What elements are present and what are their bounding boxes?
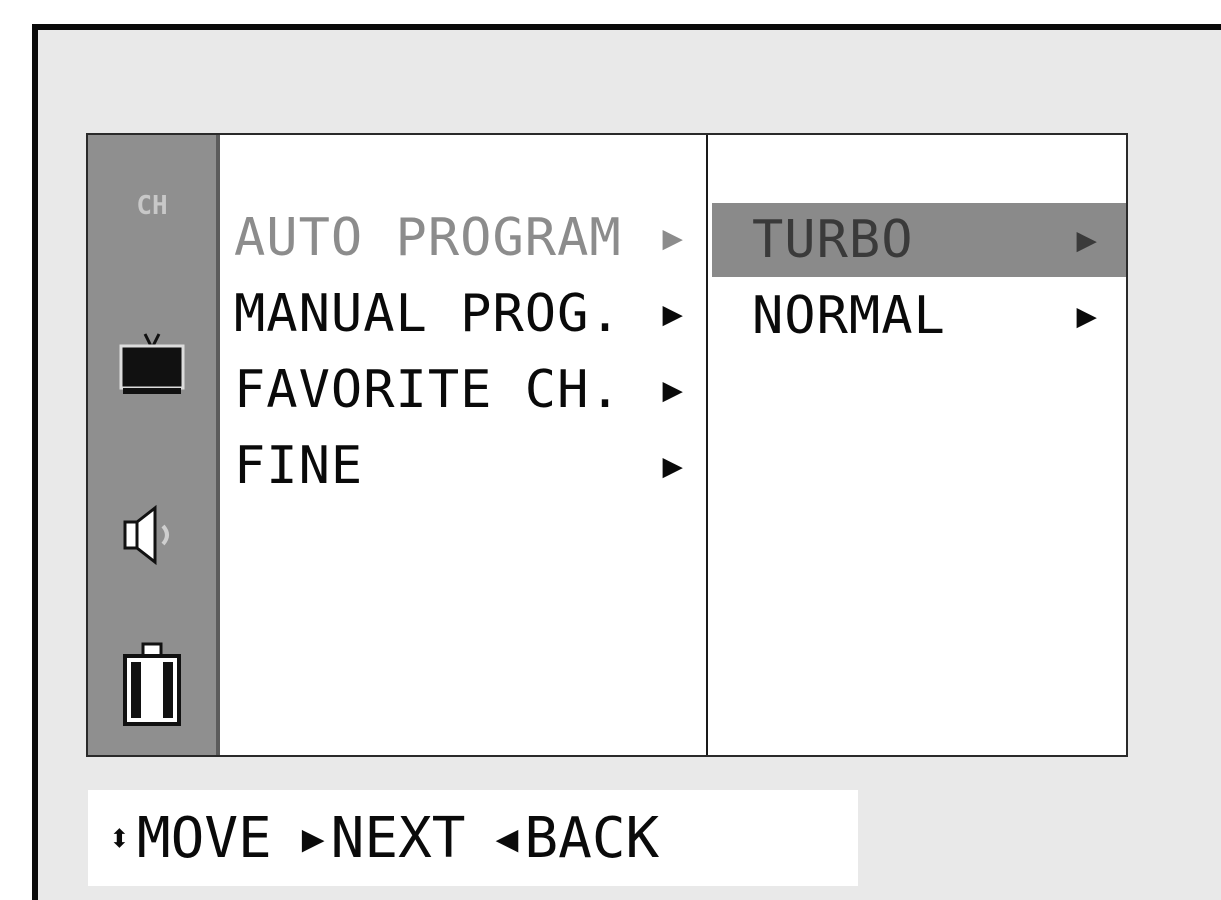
menu-item-auto-program[interactable]: AUTO PROGRAM ▶ xyxy=(234,201,700,275)
menu-item-label: FINE xyxy=(234,436,364,496)
left-arrow-icon: ◀ xyxy=(495,816,519,860)
submenu-item-normal[interactable]: NORMAL ▶ xyxy=(712,279,1126,353)
up-down-arrow-icon: ⬍ xyxy=(108,816,131,860)
menu-item-label: FAVORITE CH. xyxy=(234,360,622,420)
hint-move-label: MOVE xyxy=(136,805,272,871)
tv-picture-icon[interactable] xyxy=(88,325,216,405)
menu-frame: CH AUTO PROGRAM ▶ MANUAL PROG. ▶ FAVORIT… xyxy=(86,133,1128,757)
menu-item-label: AUTO PROGRAM xyxy=(234,208,622,268)
tv-osd-screen: CH AUTO PROGRAM ▶ MANUAL PROG. ▶ FAVORIT… xyxy=(0,0,1221,900)
chevron-right-icon: ▶ xyxy=(662,218,684,258)
channel-icon-text: CH xyxy=(136,191,167,220)
hint-move: ⬍ MOVE xyxy=(108,806,272,871)
submenu-item-label: TURBO xyxy=(752,210,914,270)
submenu-item-label: NORMAL xyxy=(752,286,946,346)
chevron-right-icon: ▶ xyxy=(1076,296,1098,336)
menu-icon-bar: CH xyxy=(88,135,220,755)
hint-next: ▶ NEXT xyxy=(302,806,466,871)
menu-item-manual-prog[interactable]: MANUAL PROG. ▶ xyxy=(234,277,700,351)
right-arrow-icon: ▶ xyxy=(301,816,325,860)
navigation-hint-bar: ⬍ MOVE ▶ NEXT ◀ BACK xyxy=(88,790,858,886)
hint-back: ◀ BACK xyxy=(496,806,660,871)
menu-item-fine[interactable]: FINE ▶ xyxy=(234,429,700,503)
hint-next-label: NEXT xyxy=(330,805,466,871)
submenu-column: TURBO ▶ NORMAL ▶ xyxy=(710,135,1126,755)
chevron-right-icon: ▶ xyxy=(662,370,684,410)
chevron-right-icon: ▶ xyxy=(662,294,684,334)
hint-back-label: BACK xyxy=(524,805,660,871)
main-menu-column: AUTO PROGRAM ▶ MANUAL PROG. ▶ FAVORITE C… xyxy=(220,135,708,755)
chevron-right-icon: ▶ xyxy=(1076,220,1098,260)
menu-item-favorite-ch[interactable]: FAVORITE CH. ▶ xyxy=(234,353,700,427)
menu-item-label: MANUAL PROG. xyxy=(234,284,622,344)
submenu-item-turbo[interactable]: TURBO ▶ xyxy=(712,203,1126,277)
clock-timer-icon[interactable] xyxy=(88,635,216,735)
chevron-right-icon: ▶ xyxy=(662,446,684,486)
channel-icon[interactable]: CH xyxy=(88,175,216,235)
speaker-sound-icon[interactable] xyxy=(88,495,216,575)
